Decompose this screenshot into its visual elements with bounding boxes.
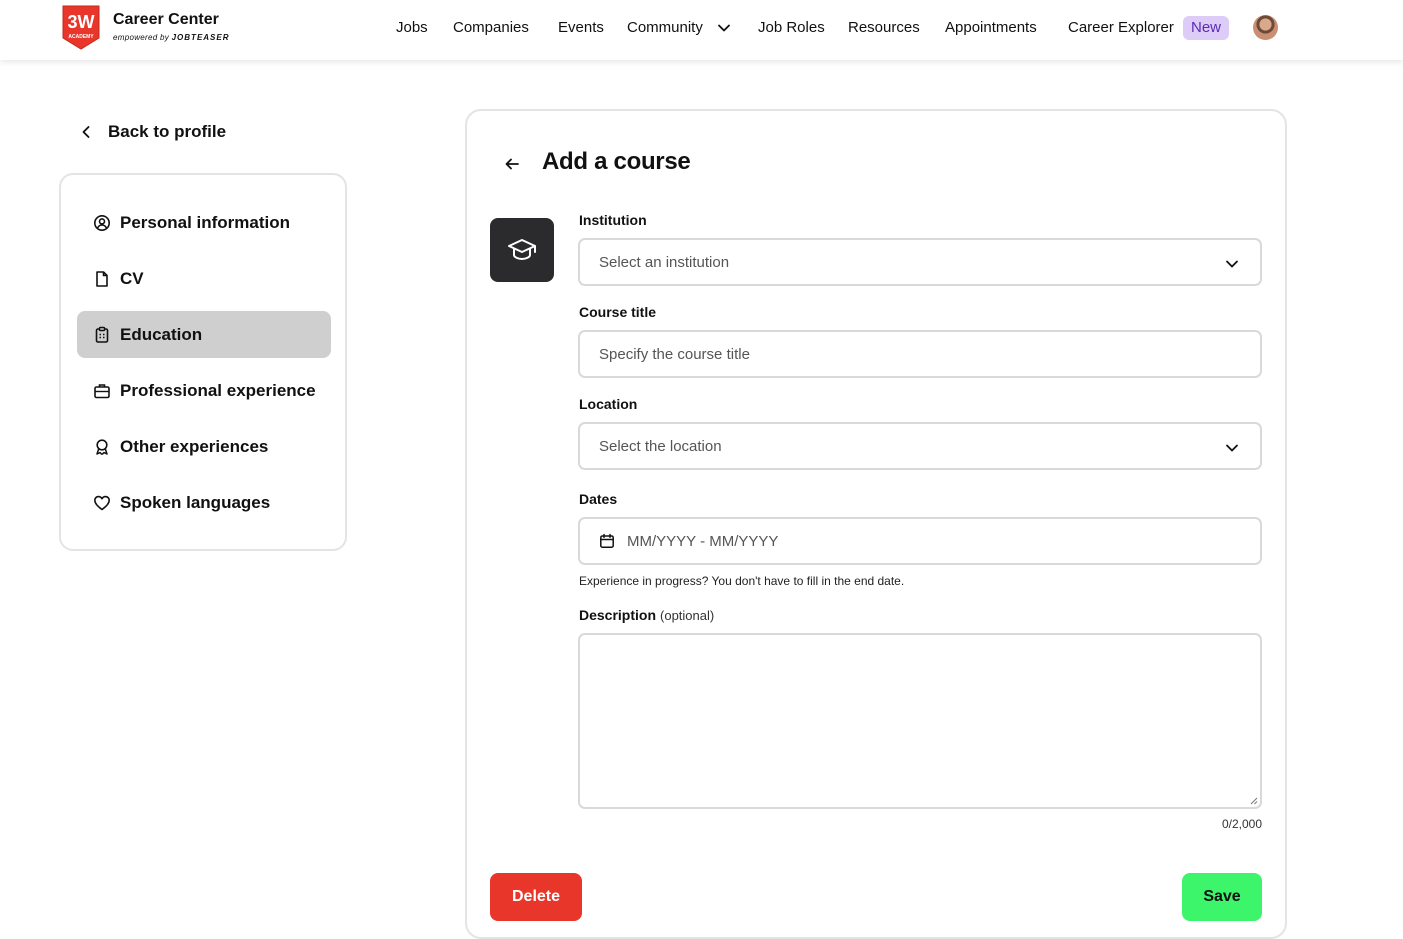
chevron-left-icon (82, 126, 90, 138)
description-textarea[interactable] (578, 633, 1262, 809)
academy-logo[interactable]: 3W ACADEMY (61, 4, 101, 50)
nav-community[interactable]: Community (627, 18, 703, 38)
arrow-left-icon[interactable] (503, 155, 521, 173)
save-button[interactable]: Save (1182, 873, 1262, 921)
calendar-icon (600, 533, 614, 548)
sidebar-item-label: Other experiences (120, 436, 269, 456)
document-icon (96, 270, 108, 287)
course-title-label: Course title (579, 304, 657, 320)
brand-title: Career Center (113, 11, 219, 28)
svg-text:3W: 3W (68, 12, 95, 32)
sidebar-item-cv[interactable]: CV (77, 255, 331, 302)
course-title-input[interactable]: Specify the course title (578, 330, 1262, 378)
graduation-cap-icon (508, 239, 536, 260)
resize-handle-icon[interactable] (1248, 795, 1258, 805)
nav-jobs[interactable]: Jobs (396, 18, 428, 38)
sidebar-item-label: CV (120, 268, 144, 288)
sidebar-item-other-experiences[interactable]: Other experiences (77, 423, 331, 470)
location-select[interactable]: Select the location (578, 422, 1262, 470)
sidebar-item-personal-information[interactable]: Personal information (77, 199, 331, 246)
dates-hint: Experience in progress? You don't have t… (579, 574, 905, 588)
user-circle-icon (94, 214, 110, 231)
sidebar-item-label: Education (120, 324, 203, 344)
nav-career-explorer[interactable]: Career Explorer (1068, 18, 1174, 38)
sidebar-item-spoken-languages[interactable]: Spoken languages (77, 479, 331, 526)
sidebar-item-label: Spoken languages (120, 492, 271, 512)
back-to-profile-link[interactable]: Back to profile (78, 120, 226, 144)
nav-resources[interactable]: Resources (848, 18, 920, 38)
brand-sub-name: JOBTEASER (171, 33, 230, 42)
avatar[interactable] (1253, 15, 1278, 40)
chevron-down-icon (1226, 260, 1238, 268)
delete-button[interactable]: Delete (490, 873, 582, 921)
location-placeholder: Select the location (599, 437, 722, 455)
new-badge: New (1183, 16, 1229, 40)
nav-appointments[interactable]: Appointments (945, 18, 1037, 38)
institution-placeholder: Select an institution (599, 253, 730, 271)
course-type-badge (490, 218, 554, 282)
brand-subtitle: empowered by JOBTEASER (113, 33, 230, 42)
sidebar-item-label: Professional experience (120, 380, 316, 400)
nav-job-roles[interactable]: Job Roles (758, 18, 825, 38)
page-title: Add a course (542, 148, 691, 175)
brand-sub-prefix: empowered by (113, 33, 170, 42)
character-counter: 0/2,000 (1221, 817, 1262, 831)
award-icon (96, 438, 108, 455)
course-title-placeholder: Specify the course title (599, 345, 750, 363)
institution-label: Institution (579, 212, 647, 228)
heart-icon (94, 495, 110, 510)
sidebar-item-label: Personal information (120, 212, 291, 232)
description-optional-tag: (optional) (660, 608, 715, 623)
sidebar-item-professional-experience[interactable]: Professional experience (77, 367, 331, 414)
briefcase-icon (94, 383, 110, 398)
description-label: Description (optional) (579, 607, 714, 623)
dates-placeholder: MM/YYYY - MM/YYYY (627, 532, 779, 550)
chevron-down-icon (1226, 444, 1238, 452)
profile-sections-menu: Personal information CV Education Profes… (59, 173, 347, 551)
description-label-text: Description (579, 607, 657, 623)
clipboard-icon (95, 326, 109, 343)
dates-input[interactable]: MM/YYYY - MM/YYYY (578, 517, 1262, 565)
institution-select[interactable]: Select an institution (578, 238, 1262, 286)
sidebar-item-education[interactable]: Education (77, 311, 331, 358)
back-to-profile-label: Back to profile (108, 122, 227, 141)
top-nav-bar: 3W ACADEMY Career Center empowered by JO… (0, 0, 1403, 60)
chevron-down-icon[interactable] (716, 20, 732, 36)
nav-events[interactable]: Events (558, 18, 604, 38)
svg-text:ACADEMY: ACADEMY (68, 34, 94, 40)
location-label: Location (579, 396, 638, 412)
dates-label: Dates (579, 491, 618, 507)
nav-companies[interactable]: Companies (453, 18, 529, 38)
